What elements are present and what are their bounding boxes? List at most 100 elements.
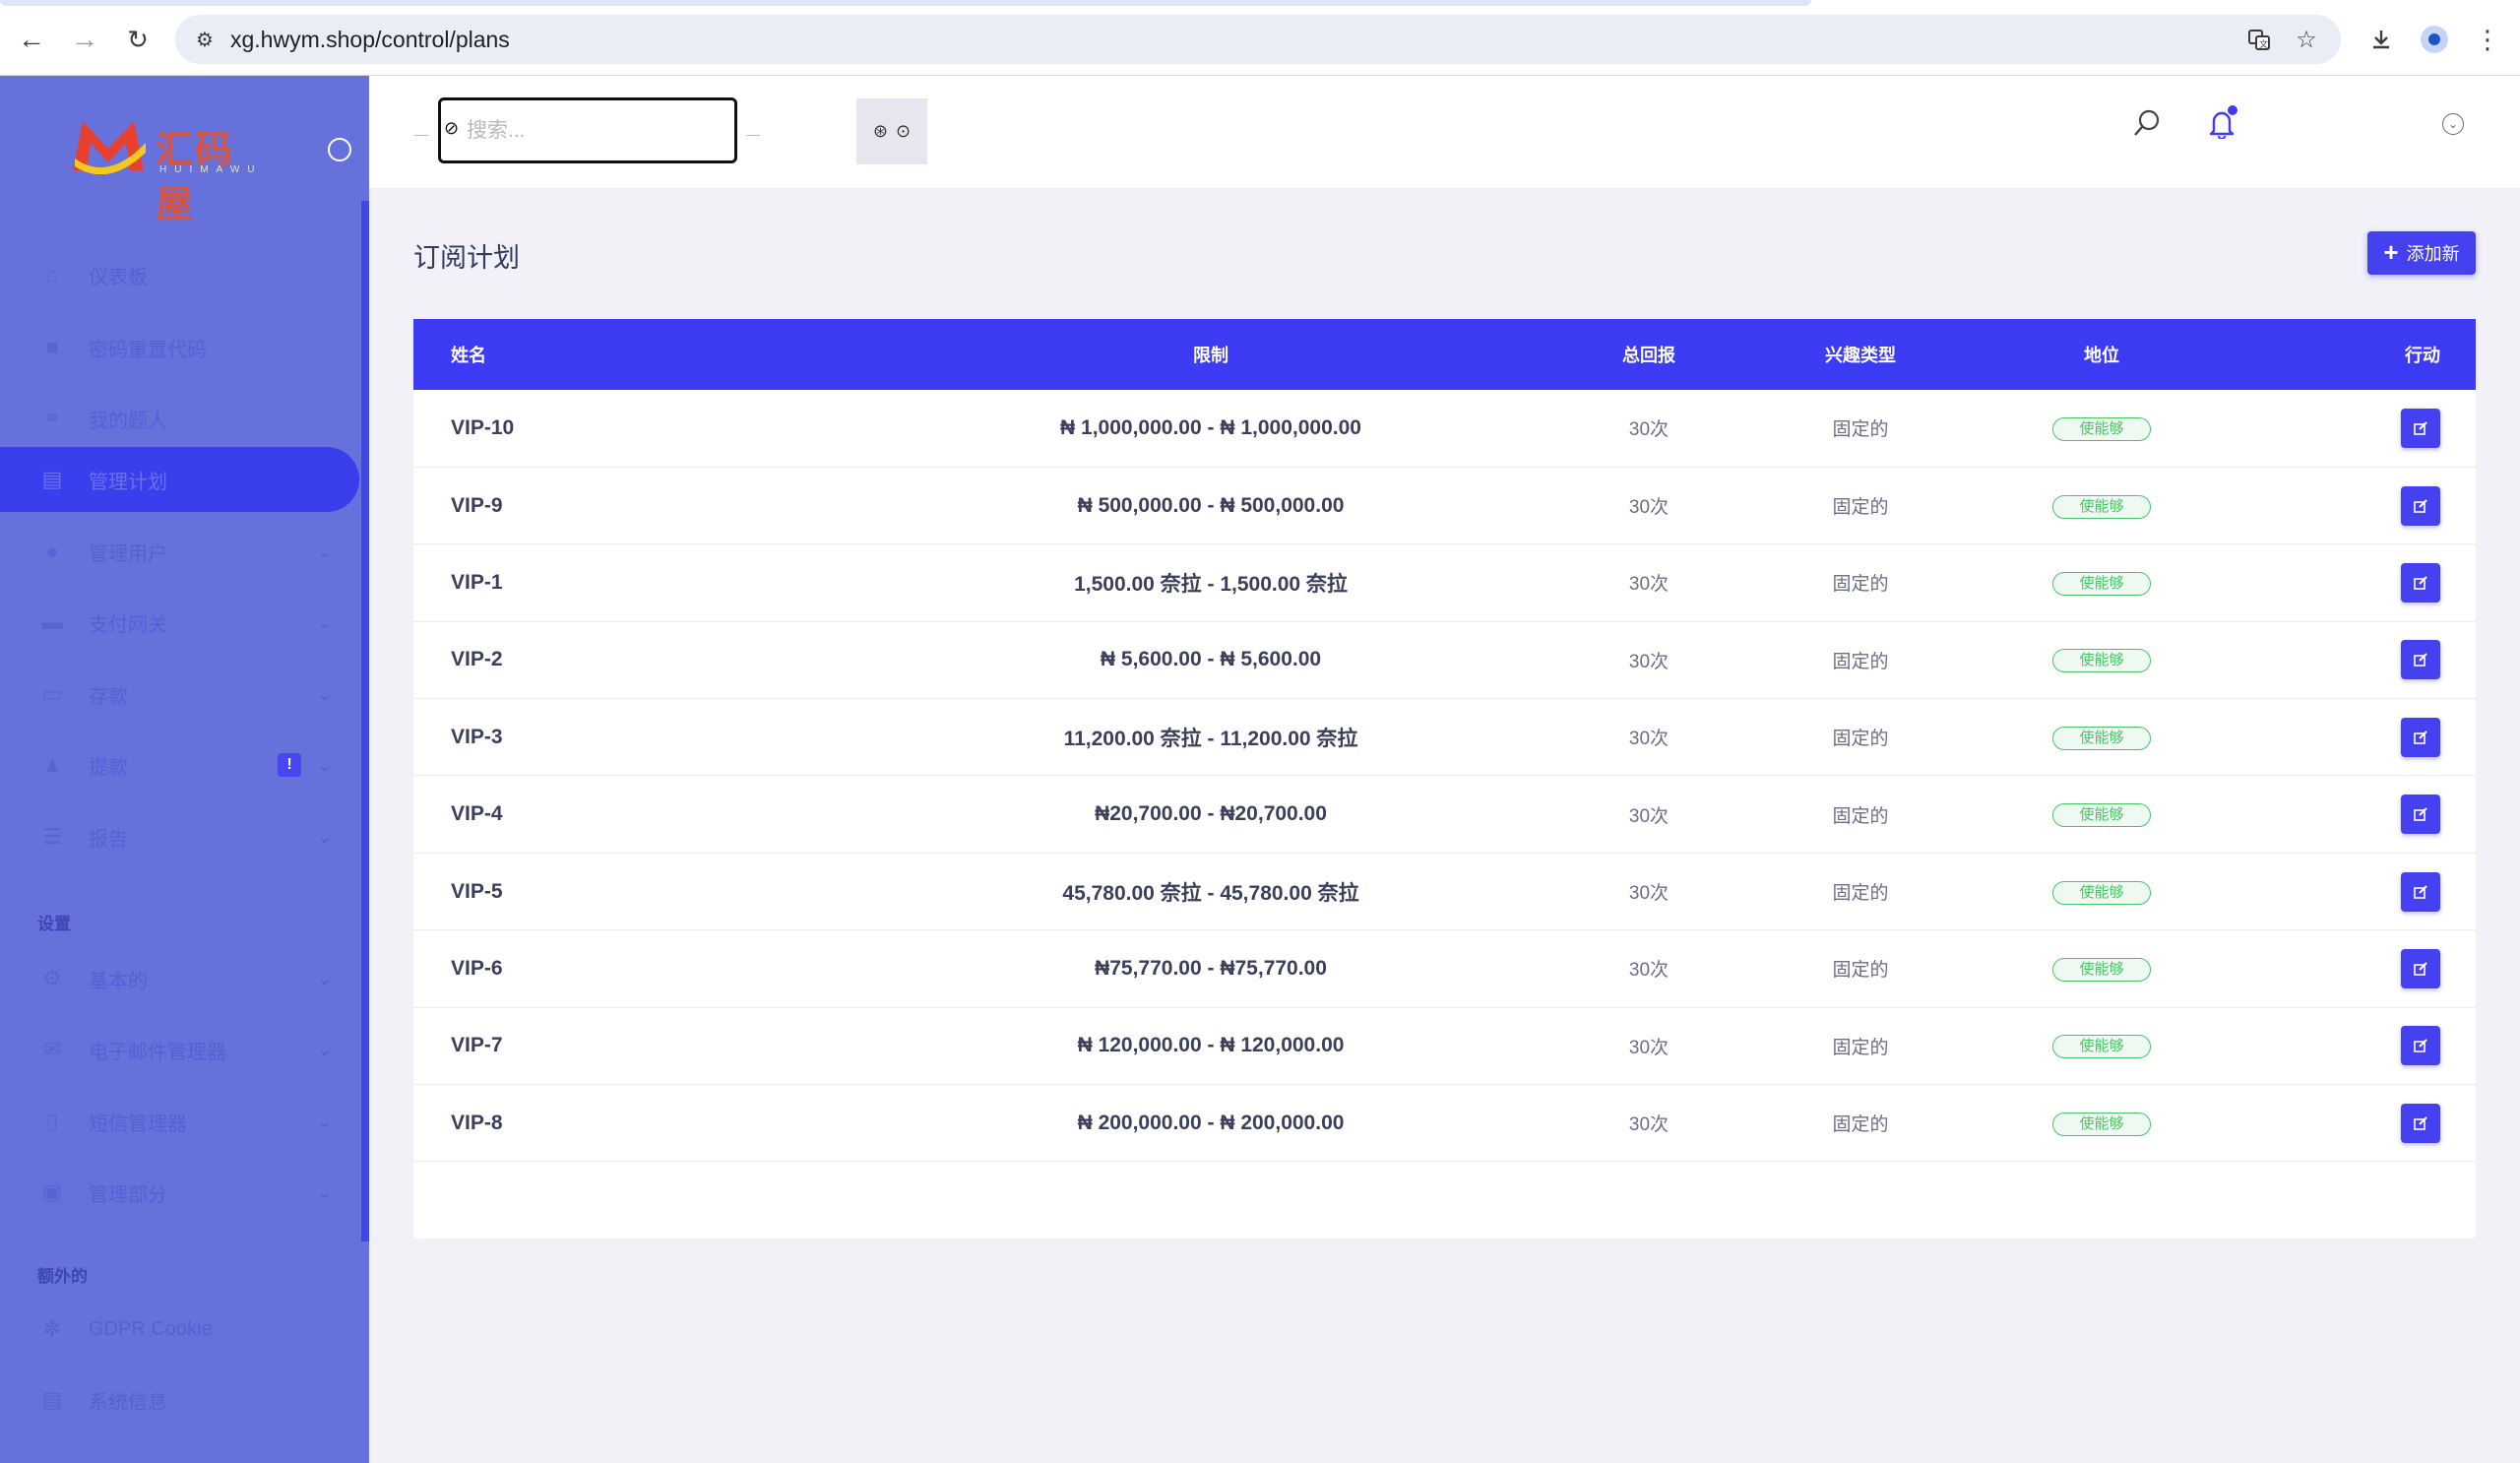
- plan-total-return: 30次: [1628, 1037, 1670, 1058]
- sidebar-item-basic[interactable]: ⚙ 基本的 ⌄: [0, 946, 361, 1011]
- status-badge: 使能够: [2052, 649, 2151, 673]
- plan-interest-type: 固定的: [1832, 729, 1889, 750]
- search-box[interactable]: ⊘: [438, 97, 737, 163]
- sidebar-item-manage-plans[interactable]: ▤ 管理计划: [0, 447, 359, 512]
- chevron-down-icon: ⌄: [317, 1039, 333, 1059]
- plan-action-cell: [2244, 776, 2476, 853]
- bank-icon: ▲: [41, 752, 63, 777]
- profile-avatar[interactable]: [2417, 22, 2452, 57]
- sidebar-item-referrals[interactable]: ⚭ 我的题人: [0, 386, 361, 451]
- search-clear-icon[interactable]: ⊘: [444, 118, 459, 139]
- plan-limit: ₦ 5,600.00 - ₦ 5,600.00: [1100, 648, 1322, 671]
- plan-total-return: 30次: [1628, 419, 1670, 441]
- sidebar-item-password-reset[interactable]: ■ 密码重置代码: [0, 315, 361, 380]
- plan-total-return: 30次: [1628, 805, 1670, 827]
- plan-name: VIP-4: [451, 802, 503, 826]
- mobile-icon: ▯: [45, 1109, 59, 1133]
- search-icon[interactable]: [2127, 103, 2167, 143]
- wallet-icon: ▭: [41, 681, 63, 706]
- edit-button[interactable]: [2401, 562, 2440, 603]
- email-icon: ✉: [42, 1037, 62, 1061]
- table-row: VIP-2 ₦ 5,600.00 - ₦ 5,600.00 30次 固定的 使能够: [413, 621, 2476, 699]
- sidebar-item-withdrawals[interactable]: ▲ 提款 ! ⌄: [0, 732, 361, 797]
- sidebar-item-label: 密码重置代码: [89, 339, 207, 361]
- logo[interactable]: 汇码屋 HUIMAWU: [69, 113, 266, 225]
- sidebar-item-reports[interactable]: ☰ 报告 ⌄: [0, 804, 361, 869]
- edit-button[interactable]: [2401, 408, 2440, 448]
- edit-button[interactable]: [2401, 485, 2440, 526]
- url-text[interactable]: xg.hwym.shop/control/plans: [230, 27, 510, 53]
- link-icon: ⚭: [42, 406, 62, 430]
- chevron-down-icon: ⌄: [317, 826, 333, 847]
- plan-status-cell: 使能够: [1959, 467, 2244, 543]
- plan-name: VIP-1: [451, 570, 503, 594]
- sidebar-toggle-button[interactable]: [328, 138, 351, 161]
- translate-icon[interactable]: 文: [2244, 25, 2274, 54]
- status-badge: 使能够: [2052, 571, 2151, 596]
- sidebar-scrollbar[interactable]: [361, 201, 369, 1241]
- reload-icon[interactable]: ↻: [120, 22, 156, 57]
- tab-strip: [0, 0, 1811, 6]
- edit-button[interactable]: [2401, 871, 2440, 912]
- edit-button[interactable]: [2401, 640, 2440, 680]
- user-menu-chevron-icon[interactable]: ⌄: [2442, 113, 2464, 135]
- credit-card-icon: ▬: [41, 609, 63, 634]
- sidebar-item-system-info[interactable]: ▤ 系统信息: [0, 1368, 361, 1432]
- add-new-button[interactable]: + 添加新: [2367, 231, 2476, 275]
- table-row: VIP-8 ₦ 200,000.00 - ₦ 200,000.00 30次 固定的 使能…: [413, 1085, 2476, 1162]
- plan-limit: ₦ 500,000.00 - ₦ 500,000.00: [1077, 493, 1345, 517]
- address-bar[interactable]: ⚙ xg.hwym.shop/control/plans 文 ☆: [175, 15, 2341, 64]
- edit-icon: [2414, 1039, 2427, 1053]
- chevron-down-icon: ⌄: [317, 968, 333, 988]
- sidebar-item-gdpr-cookie[interactable]: ✼ GDPR Cookie: [0, 1297, 361, 1362]
- sidebar-item-payment-gateways[interactable]: ▬ 支付网关 ⌄: [0, 590, 361, 655]
- sidebar: 汇码屋 HUIMAWU ⌂ 仪表板 ■ 密码重置代码 ⚭ 我的题人 ▤ 管理计划…: [0, 76, 369, 1463]
- chevron-down-icon: ⌄: [317, 1111, 333, 1131]
- plan-status-cell: 使能够: [1959, 1007, 2244, 1084]
- download-icon[interactable]: [2363, 22, 2399, 57]
- chevron-down-icon: ⌄: [317, 611, 333, 632]
- table-row: VIP-1 1,500.00 奈拉 - 1,500.00 奈拉 30次 固定的 使能够: [413, 544, 2476, 622]
- settings-header: 设置: [37, 915, 71, 933]
- header-total-return: 总回报: [1622, 346, 1675, 365]
- plan-interest-type: 固定的: [1832, 883, 1889, 905]
- sidebar-item-label: 基本的: [89, 970, 148, 992]
- top-navbar: ⊘ ⊛ ⊙ ⌄: [369, 76, 2520, 188]
- home-icon: ⌂: [45, 262, 59, 286]
- bookmark-star-icon[interactable]: ☆: [2292, 25, 2321, 54]
- plan-name: VIP-2: [451, 648, 503, 671]
- plan-total-return: 30次: [1628, 960, 1670, 982]
- sidebar-item-deposits[interactable]: ▭ 存款 ⌄: [0, 662, 361, 727]
- forward-icon[interactable]: →: [67, 22, 102, 57]
- browser-menu-icon[interactable]: ⋮: [2470, 22, 2505, 57]
- back-icon[interactable]: ←: [14, 22, 49, 57]
- fullscreen-button[interactable]: ⊛ ⊙: [856, 98, 927, 164]
- header-interest-type: 兴趣类型: [1825, 346, 1896, 365]
- edit-button[interactable]: [2401, 717, 2440, 757]
- plan-interest-type: 固定的: [1832, 497, 1889, 519]
- server-icon: ▤: [41, 1387, 63, 1412]
- sidebar-item-dashboard[interactable]: ⌂ 仪表板: [0, 242, 361, 307]
- layers-icon: ▣: [41, 1179, 63, 1204]
- sidebar-item-manage-users[interactable]: ● 管理用户 ⌄: [0, 519, 361, 584]
- edit-button[interactable]: [2401, 948, 2440, 988]
- plan-status-cell: 使能够: [1959, 853, 2244, 929]
- chevron-down-icon: ⌄: [317, 683, 333, 704]
- edit-button[interactable]: [2401, 1103, 2440, 1143]
- plan-name: VIP-9: [451, 493, 503, 517]
- sidebar-item-email-manager[interactable]: ✉ 电子邮件管理器 ⌄: [0, 1017, 361, 1082]
- edit-button[interactable]: [2401, 1026, 2440, 1066]
- search-input[interactable]: [467, 114, 723, 148]
- plan-total-return: 30次: [1628, 651, 1670, 672]
- expand-icon: ⊙: [896, 121, 912, 141]
- sidebar-item-label: 报告: [89, 828, 128, 851]
- sidebar-item-manage-sections[interactable]: ▣ 管理部分 ⌄: [0, 1160, 361, 1225]
- edit-button[interactable]: [2401, 795, 2440, 835]
- plan-action-cell: [2244, 621, 2476, 698]
- sidebar-item-sms-manager[interactable]: ▯ 短信管理器 ⌄: [0, 1089, 361, 1154]
- site-info-icon[interactable]: ⚙: [191, 26, 219, 53]
- table-row: VIP-3 11,200.00 奈拉 - 11,200.00 奈拉 30次 固定的 使能…: [413, 699, 2476, 776]
- bell-icon[interactable]: [2202, 103, 2241, 143]
- status-badge: 使能够: [2052, 1035, 2151, 1059]
- plan-status-cell: 使能够: [1959, 390, 2244, 467]
